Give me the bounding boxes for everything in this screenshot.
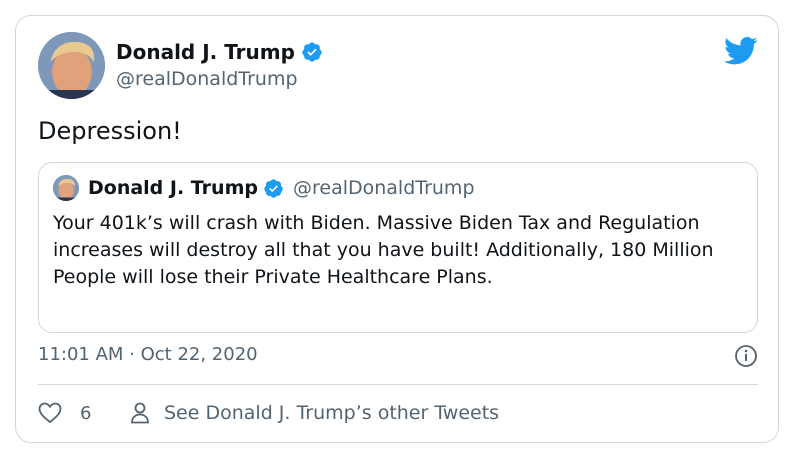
author-handle[interactable]: @realDonaldTrump [116, 68, 298, 90]
like-button[interactable]: 6 [38, 402, 91, 424]
author-name-row[interactable]: Donald J. Trump [116, 40, 323, 64]
verified-badge-icon [302, 42, 322, 62]
divider [38, 384, 758, 385]
quoted-author-handle: @realDonaldTrump [292, 177, 475, 199]
like-count: 6 [80, 402, 92, 424]
quoted-author-name: Donald J. Trump [88, 177, 258, 199]
tweet-card: Donald J. Trump @realDonaldTrump Depress… [15, 15, 779, 443]
other-tweets-label: See Donald J. Trump’s other Tweets [164, 402, 500, 424]
twitter-bird-icon[interactable] [724, 36, 758, 66]
quoted-tweet[interactable]: Donald J. Trump @realDonaldTrump Your 40… [38, 162, 758, 333]
verified-badge-icon [264, 178, 283, 198]
author-avatar[interactable] [38, 32, 105, 99]
heart-icon [38, 402, 62, 424]
tweet-text: Depression! [38, 117, 182, 145]
other-tweets-link[interactable]: See Donald J. Trump’s other Tweets [130, 402, 499, 424]
quoted-author-avatar [53, 175, 79, 201]
tweet-timestamp[interactable]: 11:01 AM · Oct 22, 2020 [38, 344, 258, 365]
person-icon [131, 402, 149, 424]
info-icon[interactable] [734, 344, 758, 368]
author-name[interactable]: Donald J. Trump [116, 40, 295, 64]
quoted-tweet-header: Donald J. Trump @realDonaldTrump [53, 175, 475, 201]
quoted-tweet-text: Your 401k’s will crash with Biden. Massi… [53, 212, 714, 288]
